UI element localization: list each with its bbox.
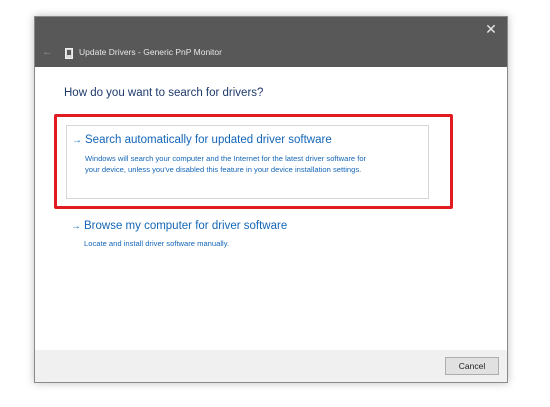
arrow-right-icon: → bbox=[72, 135, 82, 146]
page-heading: How do you want to search for drivers? bbox=[64, 87, 264, 99]
dialog-footer: Cancel bbox=[35, 350, 507, 382]
option-title[interactable]: Browse my computer for driver software bbox=[84, 220, 287, 232]
browse-computer-option[interactable]: → Browse my computer for driver software… bbox=[66, 214, 429, 254]
option-description: your device, unless you've disabled this… bbox=[85, 165, 362, 174]
close-icon[interactable]: ✕ bbox=[483, 21, 499, 37]
back-arrow-icon[interactable]: ← bbox=[42, 46, 54, 58]
update-drivers-dialog: ✕ ← Update Drivers - Generic PnP Monitor… bbox=[34, 16, 508, 383]
window-title: Update Drivers - Generic PnP Monitor bbox=[79, 47, 222, 57]
monitor-icon bbox=[65, 46, 73, 59]
search-automatically-option[interactable]: → Search automatically for updated drive… bbox=[66, 125, 429, 199]
option-description: Windows will search your computer and th… bbox=[85, 154, 367, 163]
arrow-right-icon: → bbox=[71, 221, 81, 232]
cancel-button[interactable]: Cancel bbox=[445, 357, 499, 375]
option-description: Locate and install driver software manua… bbox=[84, 239, 230, 248]
dialog-content: How do you want to search for drivers? →… bbox=[35, 67, 507, 352]
title-bar: ✕ ← Update Drivers - Generic PnP Monitor bbox=[35, 17, 507, 67]
option-title[interactable]: Search automatically for updated driver … bbox=[85, 134, 332, 146]
